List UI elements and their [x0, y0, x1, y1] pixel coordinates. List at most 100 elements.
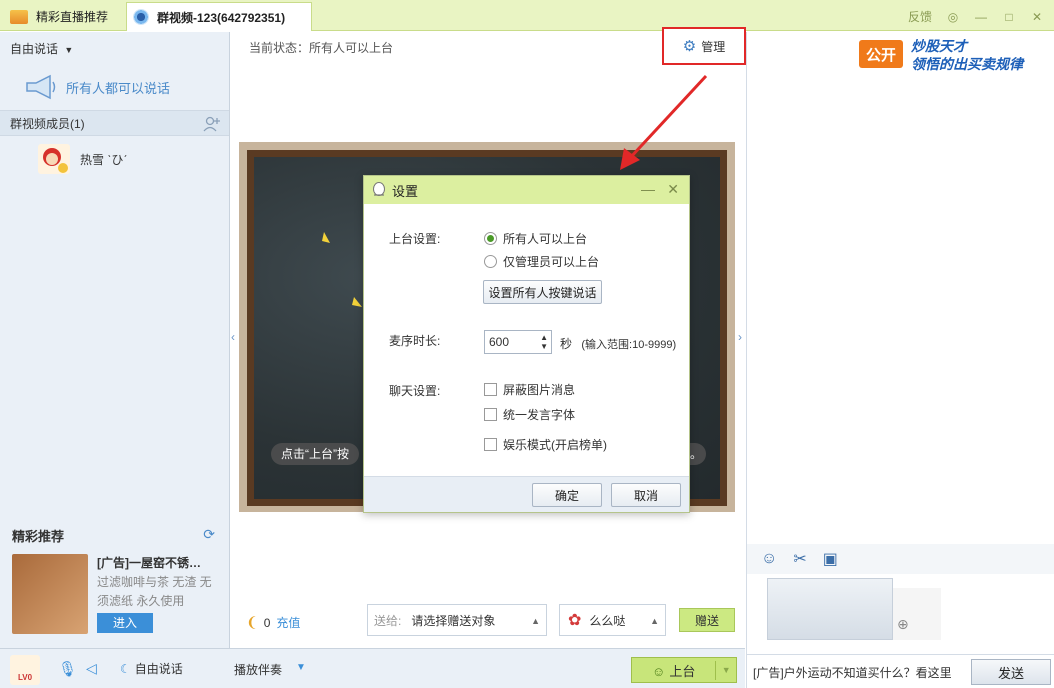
refresh-icon[interactable]: ⟳ [203, 526, 215, 543]
minimize-icon[interactable]: — [641, 181, 655, 197]
checkbox-fun-mode[interactable]: 娱乐模式(开启榜单) [484, 436, 607, 453]
close-icon[interactable]: ✕ [667, 181, 679, 198]
push-to-talk-button[interactable]: 设置所有人按键说话 [483, 280, 602, 304]
close-icon[interactable]: ✕ [1030, 10, 1044, 24]
checkbox[interactable] [484, 408, 497, 421]
radio-everyone-label: 所有人可以上台 [503, 232, 588, 246]
speak-mode-dropdown[interactable]: 自由说话 ▼ [10, 40, 73, 57]
skin-icon[interactable]: ◎ [946, 10, 960, 24]
member-name: 热雪 ˋひˊ [80, 152, 128, 167]
checkbox-fun-mode-label: 娱乐模式(开启榜单) [503, 438, 607, 452]
chat-ad-text[interactable]: [广告]户外运动不知道买什么？看这里 [753, 664, 951, 681]
chat-toolbar: ☺ ✂ ▣ [747, 544, 1054, 574]
ad-banner[interactable]: 公开 炒股天才 领悟的出买卖规律 [859, 36, 1051, 72]
dialog-footer: 确定 取消 [364, 476, 689, 512]
radio-everyone[interactable]: 所有人可以上台 [484, 230, 587, 247]
collapse-left-icon[interactable]: ‹ [231, 330, 235, 344]
cancel-button[interactable]: 取消 [611, 483, 681, 507]
tab-live-recommend[interactable]: 精彩直播推荐 [4, 2, 124, 31]
go-on-stage-label: ☺ 上台 [632, 660, 717, 680]
dialog-title-bar: 设置 — ✕ [364, 176, 689, 204]
image-icon[interactable]: ▣ [823, 549, 838, 569]
screenshot-preview[interactable] [767, 578, 893, 640]
everyone-can-speak: 所有人都可以说话 [0, 64, 229, 110]
checkbox[interactable] [484, 438, 497, 451]
checkbox[interactable] [484, 383, 497, 396]
stage-hint-end: 。 [690, 443, 706, 465]
coin-balance: ❨ 0 充值 [246, 614, 300, 631]
go-on-stage-button[interactable]: ☺ 上台 ▼ [631, 657, 737, 683]
mic-duration-stepper[interactable]: 600 ▲ ▼ [484, 330, 552, 354]
mic-duration-label: 麦序时长: [389, 334, 441, 348]
recommend-title: 精彩推荐 [12, 529, 65, 544]
coin-icon: ❨ [246, 614, 258, 630]
settings-dialog: 设置 — ✕ 上台设置: 所有人可以上台 仅管理员可以上台 设置所有人按键说话 … [363, 175, 690, 513]
mic-unit: 秒 [560, 337, 573, 351]
gift-target-placeholder: 请选择赠送对象 [411, 613, 496, 628]
zoom-icon[interactable]: ⊕ [897, 616, 909, 633]
level-badge[interactable]: LV0 [10, 655, 40, 685]
radio-button[interactable] [484, 232, 497, 245]
ok-button[interactable]: 确定 [532, 483, 602, 507]
speaker-icon[interactable]: ◁ [86, 660, 97, 677]
maximize-icon[interactable]: □ [1002, 10, 1016, 24]
ad-image[interactable] [12, 554, 88, 634]
stage-up-text: 上台 [669, 663, 696, 679]
chevron-down-icon[interactable]: ▼ [716, 665, 736, 675]
dialog-title: 设置 [392, 183, 419, 199]
member-item[interactable]: 热雪 ˋひˊ [38, 144, 127, 174]
send-button[interactable]: 发送 [971, 659, 1051, 685]
tv-icon [10, 9, 28, 24]
ad-line-1: 炒股天才 [911, 38, 967, 54]
ad-badge: 公开 [859, 40, 903, 68]
add-member-icon[interactable] [203, 115, 221, 133]
ad-title[interactable]: [广告]一屋窑不锈… [97, 554, 221, 571]
members-header-label: 群视频成员(1) [10, 116, 85, 131]
tab-group-video-label: 群视频-123(642792351) [157, 10, 286, 25]
mic-range: (输入范围:10-9999) [581, 339, 677, 351]
everyone-can-speak-label: 所有人都可以说话 [66, 80, 171, 96]
scissors-icon[interactable]: ✂ [793, 549, 806, 569]
minimize-icon[interactable]: — [974, 10, 988, 24]
tab-live-recommend-label: 精彩直播推荐 [36, 10, 109, 24]
members-header: 群视频成员(1) [0, 110, 229, 136]
radio-admin-only[interactable]: 仅管理员可以上台 [484, 253, 599, 270]
gift-bar: ❨ 0 充值 送给: 请选择赠送对象 ▲ ✿ 么么哒 ▲ 赠送 [232, 604, 744, 642]
checkbox-block-images-label: 屏蔽图片消息 [503, 383, 576, 397]
free-talk-button[interactable]: ☾ 自由说话 [120, 660, 183, 677]
chevron-down-icon[interactable]: ▼ [296, 662, 306, 673]
mic-duration-unit: 秒 (输入范围:10-9999) [560, 335, 676, 352]
microphone-icon[interactable]: 🎙 [58, 660, 77, 678]
checkbox-block-images[interactable]: 屏蔽图片消息 [484, 381, 575, 398]
chevron-down-icon: ▼ [64, 45, 74, 55]
checkbox-unify-font[interactable]: 统一发言字体 [484, 406, 575, 423]
mic-duration-value: 600 [489, 335, 510, 349]
tab-group-video[interactable]: 群视频-123(642792351) [126, 2, 312, 31]
coin-count: 0 [263, 615, 271, 630]
chevron-up-icon: ▲ [650, 616, 659, 626]
gift-target-prefix: 送给: [374, 613, 402, 628]
free-talk-icon: ☾ [120, 661, 131, 676]
collapse-right-icon[interactable]: › [738, 330, 742, 344]
stepper-arrows-icon[interactable]: ▲ ▼ [540, 333, 548, 351]
play-accompaniment-label[interactable]: 播放伴奏 [234, 661, 282, 678]
gift-target-select[interactable]: 送给: 请选择赠送对象 ▲ [367, 604, 547, 636]
chat-input-bar: [广告]户外运动不知道买什么？看这里 发送 [747, 654, 1054, 688]
camera-icon [133, 9, 149, 25]
enter-button[interactable]: 进入 [97, 613, 153, 633]
free-talk-label: 自由说话 [134, 662, 183, 676]
chat-panel: 公开 炒股天才 领悟的出买卖规律 ☺ ✂ ▣ ⊕ [广告]户外运动不知道买什么？… [746, 32, 1054, 688]
gift-select[interactable]: ✿ 么么哒 ▲ [559, 604, 666, 636]
checkbox-unify-font-label: 统一发言字体 [503, 408, 576, 422]
current-status: 当前状态：所有人可以上台 [249, 41, 394, 55]
left-panel: 自由说话 ▼ 所有人都可以说话 群视频成员(1) 热雪 ˋひˊ 精彩推荐 ⟳ [… [0, 32, 230, 648]
gear-icon: ⚙ [682, 38, 697, 55]
stage-setting-label: 上台设置: [389, 232, 441, 246]
emoji-icon[interactable]: ☺ [761, 550, 777, 568]
send-gift-button[interactable]: 赠送 [679, 608, 735, 632]
feedback-link[interactable]: 反馈 [908, 8, 932, 25]
charge-link[interactable]: 充值 [276, 614, 300, 631]
radio-button[interactable] [484, 255, 497, 268]
manage-button[interactable]: ⚙ 管理 [662, 27, 746, 65]
manage-label: 管理 [701, 39, 726, 54]
